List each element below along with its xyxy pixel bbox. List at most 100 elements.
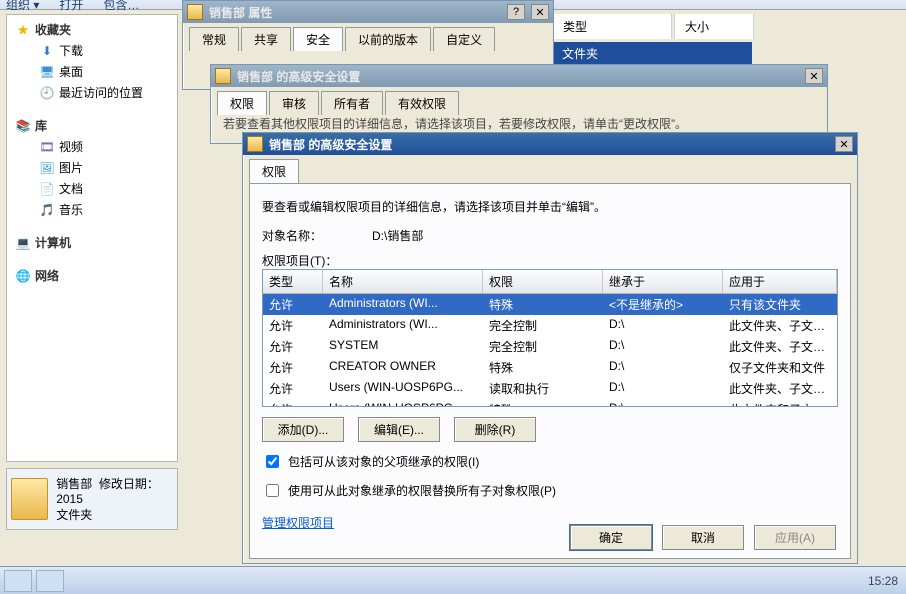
apply-button[interactable]: 应用(A) bbox=[754, 525, 836, 550]
sidebar-libraries[interactable]: 📚库 bbox=[9, 115, 175, 136]
permission-row[interactable]: 允许Administrators (WI...完全控制D:\此文件夹、子文件夹.… bbox=[263, 315, 837, 336]
cell-name: Administrators (WI... bbox=[323, 294, 483, 315]
tab-所有者[interactable]: 所有者 bbox=[321, 91, 383, 115]
organize-button[interactable]: 组织 ▾ bbox=[6, 0, 39, 10]
sidebar-network[interactable]: 🌐网络 bbox=[9, 265, 175, 286]
video-icon: 🎞 bbox=[39, 139, 55, 155]
tab-自定义[interactable]: 自定义 bbox=[433, 27, 495, 51]
tab-以前的版本[interactable]: 以前的版本 bbox=[345, 27, 431, 51]
explorer-navpane: ★收藏夹 ⬇下载 🖥桌面 🕘最近访问的位置 📚库 🎞视频 🖼图片 📄文档 🎵音乐… bbox=[6, 14, 178, 462]
cell-type: 允许 bbox=[263, 336, 323, 357]
sidebar-video[interactable]: 🎞视频 bbox=[9, 136, 175, 157]
cell-apply: 此文件夹、子文件夹... bbox=[723, 378, 837, 399]
inherit-checkbox-label: 包括可从该对象的父项继承的权限(I) bbox=[288, 453, 479, 470]
properties-tabs: 常规共享安全以前的版本自定义 bbox=[183, 23, 553, 51]
include-button[interactable]: 包含… bbox=[103, 0, 139, 10]
permission-row[interactable]: 允许CREATOR OWNER特殊D:\仅子文件夹和文件 bbox=[263, 357, 837, 378]
tab-审核[interactable]: 审核 bbox=[269, 91, 319, 115]
close-icon[interactable]: ✕ bbox=[805, 68, 823, 84]
tab-安全[interactable]: 安全 bbox=[293, 27, 343, 51]
replace-checkbox-row[interactable]: 使用可从此对象继承的权限替换所有子对象权限(P) bbox=[262, 481, 838, 500]
permlist-label: 权限项目(T)： bbox=[262, 252, 838, 269]
folder-icon bbox=[215, 68, 231, 84]
edit-button[interactable]: 编辑(E)... bbox=[358, 417, 440, 442]
sidebar-recent[interactable]: 🕘最近访问的位置 bbox=[9, 82, 175, 103]
sidebar-pictures[interactable]: 🖼图片 bbox=[9, 157, 175, 178]
col-type[interactable]: 类型 bbox=[552, 14, 672, 39]
details-kind: 文件夹 bbox=[56, 506, 173, 523]
add-button[interactable]: 添加(D)... bbox=[262, 417, 344, 442]
inherit-checkbox-row[interactable]: 包括可从该对象的父项继承的权限(I) bbox=[262, 452, 838, 471]
document-icon: 📄 bbox=[39, 181, 55, 197]
taskbar-button[interactable] bbox=[4, 570, 32, 592]
ok-button[interactable]: 确定 bbox=[570, 525, 652, 550]
properties-titlebar[interactable]: 销售部 属性 ? ✕ bbox=[183, 1, 553, 23]
taskbar: 15:28 bbox=[0, 566, 906, 594]
col-inherit[interactable]: 继承于 bbox=[603, 270, 723, 294]
details-name: 销售部 bbox=[56, 477, 92, 491]
adv1-tabs: 权限审核所有者有效权限 bbox=[211, 87, 827, 115]
permissions-tabpanel: 要查看或编辑权限项目的详细信息，请选择该项目并单击“编辑”。 对象名称： D:\… bbox=[249, 183, 851, 559]
sidebar-downloads[interactable]: ⬇下载 bbox=[9, 40, 175, 61]
manage-permissions-link[interactable]: 管理权限项目 bbox=[262, 516, 334, 530]
col-type[interactable]: 类型 bbox=[263, 270, 323, 294]
cell-apply: 此文件夹、子文件夹... bbox=[723, 315, 837, 336]
cell-perm: 特殊 bbox=[483, 294, 603, 315]
adv1-titlebar[interactable]: 销售部 的高级安全设置 ✕ bbox=[211, 65, 827, 87]
cell-inherit: D:\ bbox=[603, 336, 723, 357]
sidebar-desktop[interactable]: 🖥桌面 bbox=[9, 61, 175, 82]
adv1-title: 销售部 的高级安全设置 bbox=[237, 68, 799, 85]
help-button[interactable]: ? bbox=[507, 4, 525, 20]
details-mod-label: 修改日期： bbox=[99, 477, 159, 491]
col-size[interactable]: 大小 bbox=[674, 14, 754, 39]
cell-type: 允许 bbox=[263, 315, 323, 336]
permission-list: 类型 名称 权限 继承于 应用于 允许Administrators (WI...… bbox=[262, 269, 838, 407]
sidebar-computer[interactable]: 💻计算机 bbox=[9, 232, 175, 253]
inherit-checkbox[interactable] bbox=[266, 455, 279, 468]
picture-icon: 🖼 bbox=[39, 160, 55, 176]
cell-name: SYSTEM bbox=[323, 336, 483, 357]
cell-perm: 完全控制 bbox=[483, 336, 603, 357]
folder-icon bbox=[247, 136, 263, 152]
sidebar-favorites[interactable]: ★收藏夹 bbox=[9, 19, 175, 40]
col-perm[interactable]: 权限 bbox=[483, 270, 603, 294]
close-icon[interactable]: ✕ bbox=[835, 136, 853, 152]
folder-icon bbox=[11, 478, 48, 520]
adv2-titlebar[interactable]: 销售部 的高级安全设置 ✕ bbox=[243, 133, 857, 155]
permission-row[interactable]: 允许SYSTEM完全控制D:\此文件夹、子文件夹... bbox=[263, 336, 837, 357]
tab-有效权限[interactable]: 有效权限 bbox=[385, 91, 459, 115]
cell-name: CREATOR OWNER bbox=[323, 357, 483, 378]
remove-button[interactable]: 删除(R) bbox=[454, 417, 536, 442]
tab-常规[interactable]: 常规 bbox=[189, 27, 239, 51]
adv2-tabs: 权限 bbox=[243, 155, 857, 183]
selected-item-type: 文件夹 bbox=[552, 42, 752, 65]
replace-checkbox[interactable] bbox=[266, 484, 279, 497]
taskbar-button[interactable] bbox=[36, 570, 64, 592]
cell-inherit: D:\ bbox=[603, 378, 723, 399]
cell-type: 允许 bbox=[263, 294, 323, 315]
permission-row[interactable]: 允许Administrators (WI...特殊<不是继承的>只有该文件夹 bbox=[263, 294, 837, 315]
details-mod-value: 2015 bbox=[56, 492, 83, 506]
library-icon: 📚 bbox=[15, 118, 31, 134]
close-icon[interactable]: ✕ bbox=[531, 4, 549, 20]
properties-title: 销售部 属性 bbox=[209, 4, 501, 21]
tab-权限[interactable]: 权限 bbox=[249, 159, 299, 183]
sidebar-documents[interactable]: 📄文档 bbox=[9, 178, 175, 199]
open-button[interactable]: 打开 bbox=[59, 0, 83, 10]
permission-row[interactable]: 允许Users (WIN-UOSP6PG...特殊D:\此文件夹和子文件夹 bbox=[263, 399, 837, 407]
cell-name: Users (WIN-UOSP6PG... bbox=[323, 399, 483, 407]
cell-inherit: <不是继承的> bbox=[603, 294, 723, 315]
col-name[interactable]: 名称 bbox=[323, 270, 483, 294]
permission-row[interactable]: 允许Users (WIN-UOSP6PG...读取和执行D:\此文件夹、子文件夹… bbox=[263, 378, 837, 399]
tab-权限[interactable]: 权限 bbox=[217, 91, 267, 115]
clock: 15:28 bbox=[860, 574, 906, 588]
adv1-hint: 若要查看其他权限项目的详细信息，请选择该项目，若要修改权限，请单击“更改权限”。 bbox=[211, 115, 827, 132]
tab-共享[interactable]: 共享 bbox=[241, 27, 291, 51]
cell-inherit: D:\ bbox=[603, 357, 723, 378]
adv2-title: 销售部 的高级安全设置 bbox=[269, 136, 829, 153]
cell-apply: 此文件夹、子文件夹... bbox=[723, 336, 837, 357]
cancel-button[interactable]: 取消 bbox=[662, 525, 744, 550]
sidebar-music[interactable]: 🎵音乐 bbox=[9, 199, 175, 220]
cell-perm: 读取和执行 bbox=[483, 378, 603, 399]
col-apply[interactable]: 应用于 bbox=[723, 270, 837, 294]
